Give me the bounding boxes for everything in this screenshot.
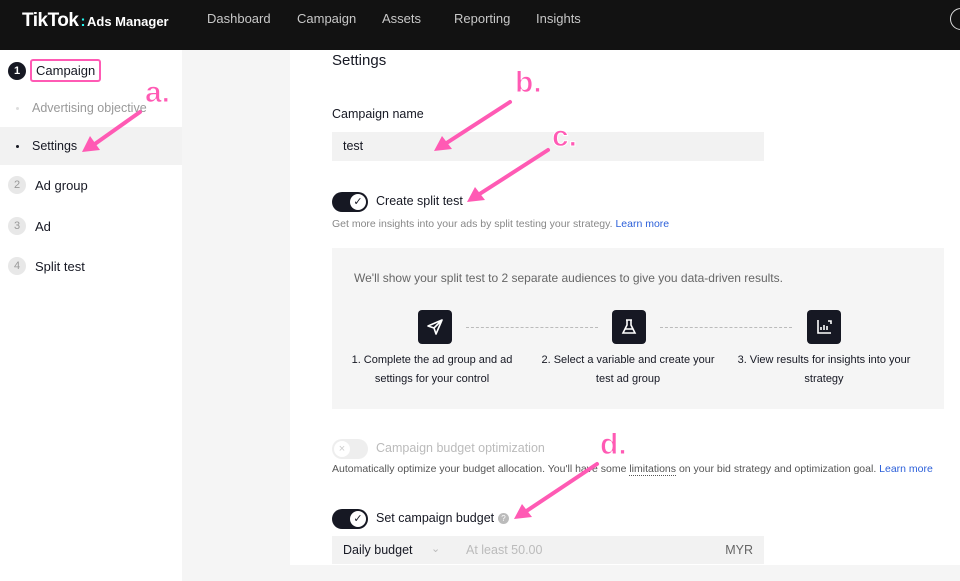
annotation-d: d. xyxy=(600,428,628,462)
annotation-c: c. xyxy=(551,120,578,154)
annotation-a: a. xyxy=(144,76,171,110)
annotation-b: b. xyxy=(515,66,543,100)
annotation-arrows xyxy=(82,100,599,519)
